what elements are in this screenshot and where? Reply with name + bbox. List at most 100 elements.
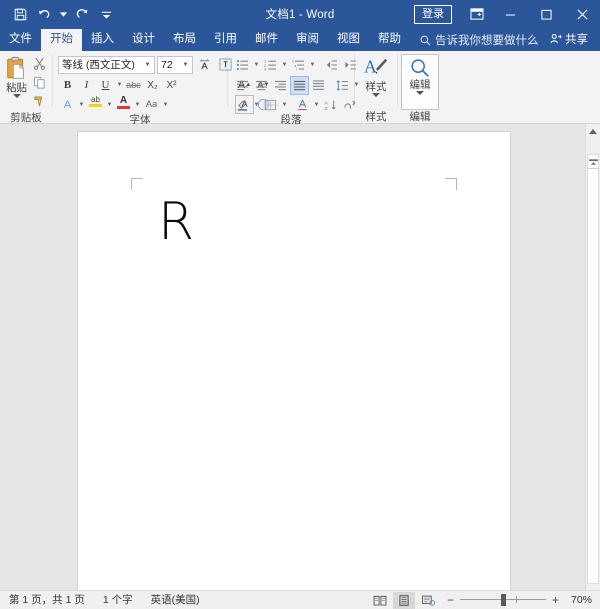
scrollbar-thumb[interactable] [587, 154, 599, 584]
chevron-down-icon[interactable]: ▼ [179, 62, 192, 68]
underline-button[interactable]: U [96, 76, 115, 95]
tab-review[interactable]: 审阅 [287, 29, 328, 51]
sign-in-button[interactable]: 登录 [414, 4, 452, 24]
zoom-in-button[interactable]: + [550, 593, 561, 607]
text-highlight-button[interactable]: ab [86, 95, 105, 114]
view-read-mode-button[interactable] [369, 592, 391, 609]
tab-layout[interactable]: 布局 [164, 29, 205, 51]
view-web-layout-button[interactable] [417, 592, 439, 609]
shading-dropdown-icon[interactable]: ▼ [252, 102, 261, 108]
decrease-indent-button[interactable] [322, 55, 341, 74]
borders-button[interactable] [261, 95, 280, 114]
change-case-button[interactable]: Aa [142, 95, 161, 114]
language-indicator[interactable]: 英语(美国) [142, 591, 209, 609]
share-button[interactable]: 共享 [550, 31, 600, 51]
undo-icon[interactable] [33, 3, 55, 25]
vertical-scrollbar[interactable] [585, 124, 600, 590]
view-print-layout-button[interactable] [392, 591, 415, 609]
align-left-button[interactable] [233, 76, 252, 95]
save-icon[interactable] [9, 3, 31, 25]
ribbon-tab-bar: 文件 开始 插入 设计 布局 引用 邮件 审阅 视图 帮助 告诉我你想要做什么 … [0, 28, 600, 51]
strikethrough-button[interactable]: abc [124, 76, 143, 95]
paste-dropdown-icon[interactable] [12, 94, 21, 98]
share-person-icon [550, 33, 562, 45]
zoom-track-midpoint [515, 596, 517, 603]
sort-button[interactable]: AZ [321, 95, 340, 114]
scroll-up-icon[interactable] [586, 124, 600, 139]
redo-icon[interactable] [71, 3, 93, 25]
document-text[interactable]: R [158, 192, 194, 252]
multilevel-dropdown-icon[interactable]: ▼ [308, 62, 317, 68]
svg-text:i: i [296, 67, 297, 70]
tab-insert[interactable]: 插入 [82, 29, 123, 51]
tab-design[interactable]: 设计 [123, 29, 164, 51]
document-canvas[interactable]: R [0, 124, 600, 590]
subscript-button[interactable]: X₂ [143, 76, 162, 95]
undo-dropdown-icon[interactable] [57, 3, 69, 25]
customize-qat-icon[interactable] [95, 3, 117, 25]
tell-me-search[interactable]: 告诉我你想要做什么 [410, 32, 539, 51]
document-page[interactable]: R [78, 132, 510, 590]
highlight-dropdown-icon[interactable]: ▼ [105, 102, 114, 108]
font-color-dropdown-icon[interactable]: ▼ [133, 102, 142, 108]
align-center-button[interactable] [252, 76, 271, 95]
italic-button[interactable]: I [77, 76, 96, 95]
numbering-dropdown-icon[interactable]: ▼ [280, 62, 289, 68]
styles-dropdown-icon[interactable] [372, 93, 380, 97]
bold-button[interactable]: B [58, 76, 77, 95]
borders-dropdown-icon[interactable]: ▼ [280, 102, 289, 108]
numbering-button[interactable]: 123 [261, 55, 280, 74]
shading-button[interactable] [233, 95, 252, 114]
zoom-out-button[interactable]: − [445, 593, 456, 607]
styles-button[interactable]: A 样式 [358, 54, 394, 110]
editing-dropdown-icon[interactable] [416, 91, 424, 95]
group-font: 等线 (西文正文) ▼ 72 ▼ B I U ▼ abc X₂ X² A ▼ a… [53, 51, 269, 126]
page-info[interactable]: 第 1 页，共 1 页 [0, 591, 94, 609]
font-size-combo[interactable]: 72 ▼ [157, 55, 193, 74]
text-effects-dropdown-icon[interactable]: ▼ [77, 102, 86, 108]
chevron-down-icon[interactable]: ▼ [141, 62, 154, 68]
bullets-button[interactable] [233, 55, 252, 74]
minimize-button[interactable] [492, 0, 528, 28]
font-name-combo[interactable]: 等线 (西文正文) ▼ [58, 55, 155, 74]
copy-icon[interactable] [30, 73, 49, 92]
tab-help[interactable]: 帮助 [369, 29, 410, 51]
text-effects-button[interactable]: A [58, 95, 77, 114]
close-button[interactable] [564, 0, 600, 28]
text-effects-label: A [63, 98, 72, 111]
distributed-button[interactable] [309, 76, 328, 95]
zoom-thumb[interactable] [500, 594, 506, 606]
split-window-icon[interactable] [588, 155, 598, 169]
svg-text:3: 3 [264, 66, 266, 70]
cut-icon[interactable] [30, 54, 49, 73]
format-painter-icon[interactable] [30, 92, 49, 111]
svg-text:Z: Z [325, 106, 328, 111]
paste-button[interactable]: 粘贴 [3, 54, 30, 111]
margin-marker-top-right [445, 178, 457, 190]
formatting-marks-dropdown-icon[interactable]: ▼ [312, 102, 321, 108]
tab-references[interactable]: 引用 [205, 29, 246, 51]
tab-mailings[interactable]: 邮件 [246, 29, 287, 51]
word-count[interactable]: 1 个字 [94, 591, 142, 609]
zoom-level[interactable]: 70% [567, 594, 592, 606]
phonetic-guide-icon[interactable] [195, 55, 214, 74]
show-formatting-marks-button[interactable] [293, 95, 312, 114]
share-label: 共享 [565, 34, 588, 46]
underline-dropdown-icon[interactable]: ▼ [115, 82, 124, 88]
editing-button[interactable]: 编辑 [401, 54, 439, 110]
change-case-dropdown-icon[interactable]: ▼ [161, 102, 170, 108]
justify-button[interactable] [290, 75, 309, 95]
tab-file[interactable]: 文件 [0, 29, 41, 51]
ribbon-display-options-icon[interactable] [462, 0, 492, 28]
maximize-button[interactable] [528, 0, 564, 28]
tab-view[interactable]: 视图 [328, 29, 369, 51]
font-color-button[interactable]: A [114, 95, 133, 114]
multilevel-list-button[interactable]: 1ai [289, 55, 308, 74]
zoom-slider[interactable]: − + [445, 593, 561, 607]
align-right-button[interactable] [271, 76, 290, 95]
bullets-dropdown-icon[interactable]: ▼ [252, 62, 261, 68]
superscript-button[interactable]: X² [162, 76, 181, 95]
tab-home[interactable]: 开始 [41, 29, 82, 51]
zoom-track[interactable] [459, 594, 546, 606]
line-spacing-button[interactable] [333, 76, 352, 95]
